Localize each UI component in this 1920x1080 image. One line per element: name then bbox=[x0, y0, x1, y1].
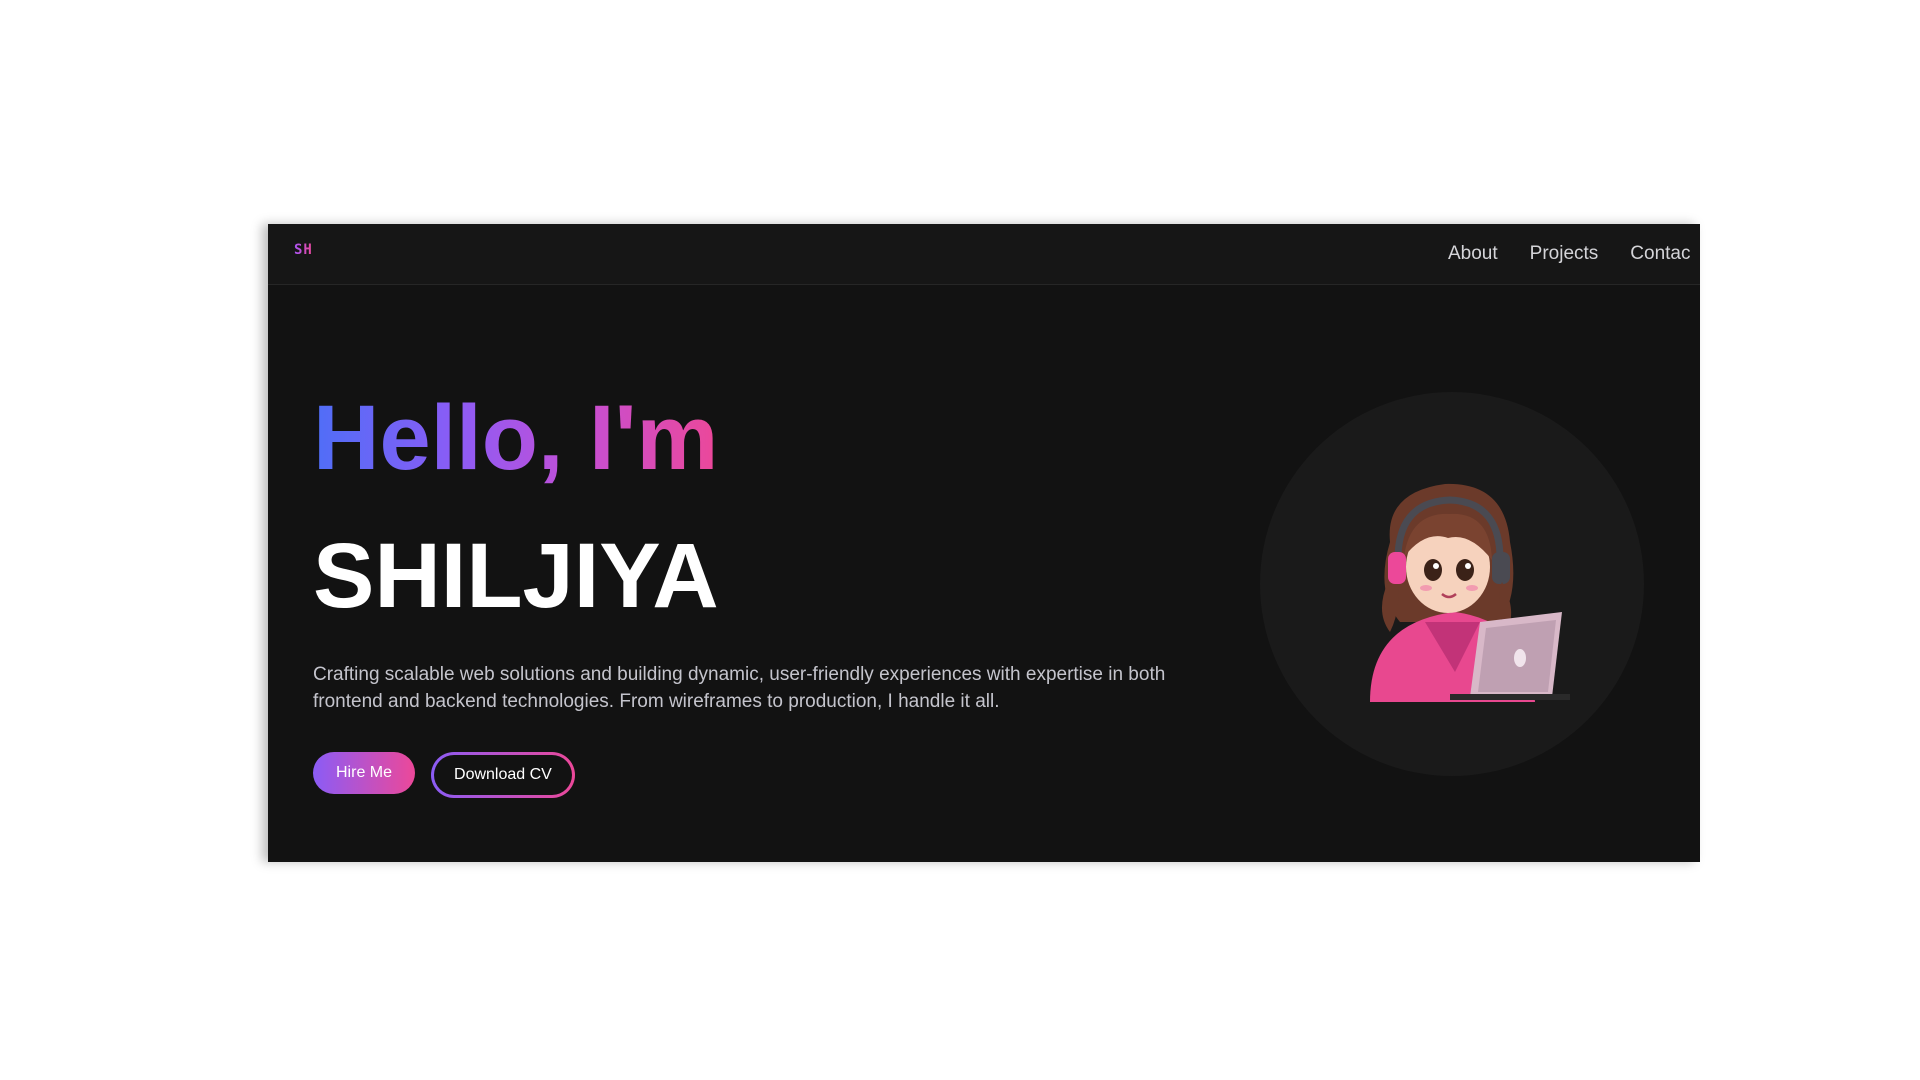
site-logo[interactable]: SH bbox=[294, 242, 313, 258]
hire-me-button[interactable]: Hire Me bbox=[313, 752, 416, 794]
download-cv-button[interactable]: Download CV bbox=[434, 755, 572, 795]
portfolio-page: SH About Projects Contac Hello, I'm SHIL… bbox=[268, 224, 1700, 862]
nav-links: About Projects Contac bbox=[1448, 224, 1691, 284]
hero-name: SHILJIYA bbox=[313, 525, 719, 627]
hero-description: Crafting scalable web solutions and buil… bbox=[313, 664, 1166, 712]
hero-buttons: Hire Me Download CV bbox=[313, 752, 575, 798]
nav-link-projects[interactable]: Projects bbox=[1530, 243, 1599, 265]
hero-greeting: Hello, I'm bbox=[313, 387, 719, 489]
avatar-circle bbox=[1260, 392, 1644, 776]
avatar-illustration-icon bbox=[1370, 483, 1570, 702]
nav-link-about[interactable]: About bbox=[1448, 243, 1498, 265]
nav-link-contact[interactable]: Contac bbox=[1630, 243, 1690, 265]
download-cv-border: Download CV bbox=[431, 752, 575, 798]
navbar: SH About Projects Contac bbox=[268, 224, 1700, 285]
